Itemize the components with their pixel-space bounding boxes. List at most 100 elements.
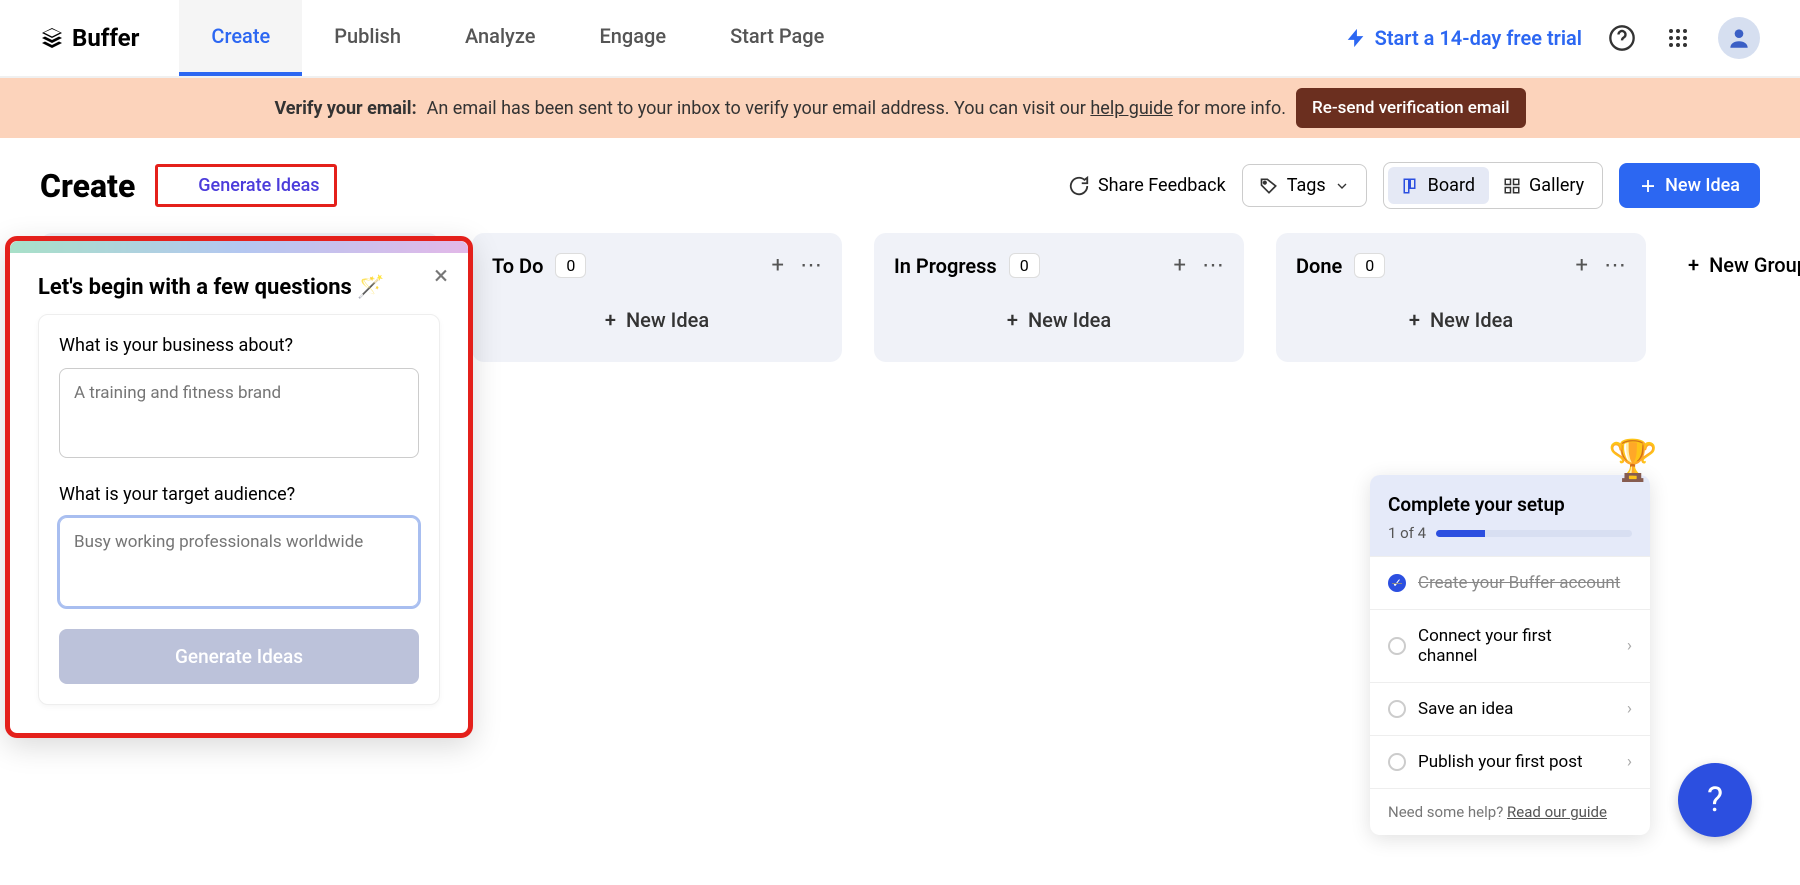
column-count: 0	[1009, 253, 1040, 278]
business-input[interactable]	[59, 368, 419, 458]
share-feedback[interactable]: Share Feedback	[1068, 175, 1226, 197]
column-actions: + ⋯	[772, 253, 822, 278]
progress-fill	[1436, 530, 1485, 537]
nav-engage[interactable]: Engage	[567, 0, 698, 76]
board-icon	[1402, 177, 1420, 195]
new-idea-link[interactable]: + New Idea	[492, 298, 822, 342]
chevron-right-icon: ›	[1627, 699, 1632, 719]
setup-title: Complete your setup	[1388, 493, 1632, 516]
new-group-label: New Group	[1709, 253, 1800, 277]
banner-bold: Verify your email:	[274, 98, 416, 119]
buffer-logo-icon	[40, 26, 64, 50]
generate-ideas-button[interactable]: Generate Ideas	[155, 164, 336, 207]
user-icon	[1726, 25, 1752, 51]
chevron-right-icon: ›	[1627, 752, 1632, 772]
chevron-down-icon	[1334, 178, 1350, 194]
nav-right: Start a 14-day free trial	[1345, 17, 1760, 59]
popup-gradient	[10, 241, 468, 253]
column-todo: To Do 0 + ⋯ + New Idea	[472, 233, 842, 362]
gallery-view-button[interactable]: Gallery	[1489, 167, 1598, 204]
plus-icon: +	[605, 308, 616, 332]
setup-item-label: Connect your first channel	[1418, 626, 1615, 666]
more-icon[interactable]: ⋯	[1604, 253, 1626, 278]
new-idea-link-label: New Idea	[1430, 308, 1513, 332]
trial-link[interactable]: Start a 14-day free trial	[1345, 26, 1582, 50]
resend-button[interactable]: Re-send verification email	[1296, 88, 1526, 128]
bolt-icon	[1345, 27, 1367, 49]
progress-bar	[1436, 530, 1632, 537]
setup-item-label: Save an idea	[1418, 699, 1513, 719]
setup-item-label: Publish your first post	[1418, 752, 1583, 772]
setup-item-idea[interactable]: Save an idea ›	[1370, 682, 1650, 735]
nav-publish[interactable]: Publish	[302, 0, 433, 76]
close-icon[interactable]: ×	[434, 261, 448, 291]
tag-icon	[1259, 176, 1279, 196]
view-toggle: Board Gallery	[1383, 162, 1603, 209]
help-button[interactable]	[1606, 22, 1638, 54]
logo[interactable]: Buffer	[40, 24, 139, 52]
column-inprogress: In Progress 0 + ⋯ + New Idea	[874, 233, 1244, 362]
new-idea-link[interactable]: + New Idea	[1296, 298, 1626, 342]
setup-progress-text: 1 of 4	[1388, 524, 1426, 542]
avatar[interactable]	[1718, 17, 1760, 59]
add-icon[interactable]: +	[1174, 253, 1186, 278]
generate-ideas-popup: × Let's begin with a few questions 🪄 Wha…	[5, 236, 473, 738]
banner-text: An email has been sent to your inbox to …	[427, 98, 1286, 119]
audience-input[interactable]	[59, 517, 419, 607]
empty-circle-icon	[1388, 753, 1406, 771]
column-count: 0	[1354, 253, 1385, 278]
plus-icon	[1639, 177, 1657, 195]
setup-help-text: Need some help?	[1388, 803, 1503, 821]
question-2-label: What is your target audience?	[59, 484, 419, 505]
plus-icon: +	[1007, 308, 1018, 332]
gallery-label: Gallery	[1529, 175, 1584, 196]
column-actions: + ⋯	[1576, 253, 1626, 278]
apps-button[interactable]	[1662, 22, 1694, 54]
more-icon[interactable]: ⋯	[800, 253, 822, 278]
column-header: Done 0 + ⋯	[1296, 253, 1626, 278]
generate-ideas-submit[interactable]: Generate Ideas	[59, 629, 419, 684]
new-idea-label: New Idea	[1665, 175, 1740, 196]
board-label: Board	[1428, 175, 1475, 196]
column-header: To Do 0 + ⋯	[492, 253, 822, 278]
help-guide-link[interactable]: help guide	[1090, 98, 1173, 119]
setup-item-channel[interactable]: Connect your first channel ›	[1370, 609, 1650, 682]
empty-circle-icon	[1388, 637, 1406, 655]
column-header: In Progress 0 + ⋯	[894, 253, 1224, 278]
add-icon[interactable]: +	[772, 253, 784, 278]
new-idea-link-label: New Idea	[626, 308, 709, 332]
tags-dropdown[interactable]: Tags	[1242, 164, 1367, 207]
column-actions: + ⋯	[1174, 253, 1224, 278]
column-name: To Do	[492, 254, 543, 278]
verify-banner: Verify your email: An email has been sen…	[0, 78, 1800, 138]
nav-items: Create Publish Analyze Engage Start Page	[179, 0, 856, 76]
page-header: Create Generate Ideas Share Feedback Tag…	[0, 138, 1800, 233]
page-title: Create	[40, 167, 135, 205]
setup-help-link[interactable]: Read our guide	[1507, 803, 1607, 821]
nav-analyze[interactable]: Analyze	[433, 0, 568, 76]
more-icon[interactable]: ⋯	[1202, 253, 1224, 278]
new-idea-button[interactable]: New Idea	[1619, 163, 1760, 208]
setup-item-account[interactable]: ✓ Create your Buffer account	[1370, 556, 1650, 609]
question-1-label: What is your business about?	[59, 335, 419, 356]
top-nav: Buffer Create Publish Analyze Engage Sta…	[0, 0, 1800, 78]
tags-label: Tags	[1287, 175, 1326, 196]
add-icon[interactable]: +	[1576, 253, 1588, 278]
new-group-button[interactable]: + New Group	[1678, 233, 1800, 297]
setup-help: Need some help? Read our guide	[1370, 788, 1650, 835]
setup-header: 🏆 Complete your setup 1 of 4	[1370, 475, 1650, 556]
nav-create[interactable]: Create	[179, 0, 302, 76]
column-name: In Progress	[894, 254, 997, 278]
setup-item-publish[interactable]: Publish your first post ›	[1370, 735, 1650, 788]
nav-startpage[interactable]: Start Page	[698, 0, 856, 76]
help-icon	[1608, 24, 1636, 52]
chat-icon	[1068, 175, 1090, 197]
board-view-button[interactable]: Board	[1388, 167, 1489, 204]
empty-circle-icon	[1388, 700, 1406, 718]
help-fab[interactable]: ?	[1678, 763, 1752, 837]
popup-title: Let's begin with a few questions 🪄	[38, 275, 440, 300]
plus-icon: +	[1409, 308, 1420, 332]
chevron-right-icon: ›	[1627, 636, 1632, 656]
generate-ideas-label: Generate Ideas	[198, 175, 319, 196]
new-idea-link[interactable]: + New Idea	[894, 298, 1224, 342]
